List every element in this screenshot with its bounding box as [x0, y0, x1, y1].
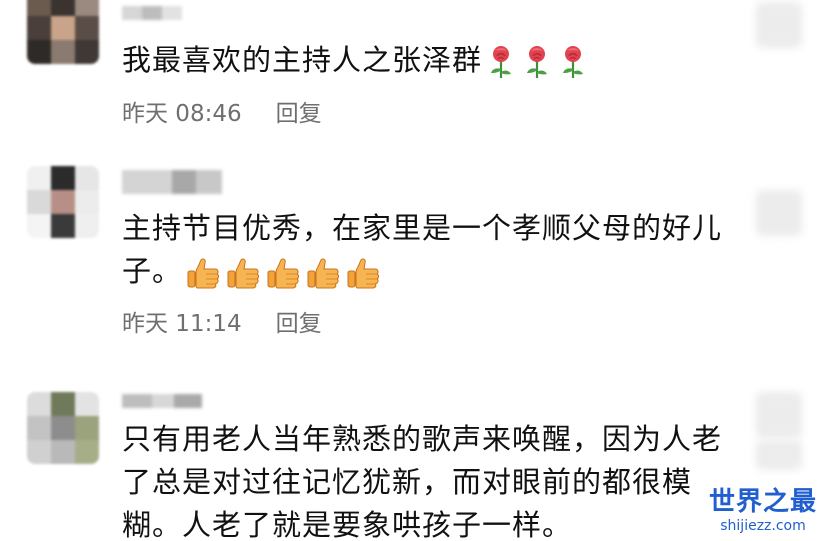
watermark-url: shijiezz.com: [720, 518, 806, 534]
like-count-blurred: [756, 440, 802, 470]
watermark-title: 世界之最: [708, 487, 817, 517]
comment-meta: 昨天 08:46 回复: [122, 94, 322, 128]
avatar[interactable]: [27, 0, 99, 64]
rose-icon: [563, 46, 584, 78]
emoji-row: [486, 45, 588, 79]
avatar[interactable]: [27, 392, 99, 464]
like-button[interactable]: [756, 190, 802, 236]
reply-button[interactable]: 回复: [276, 304, 322, 338]
comment-list: 我最喜欢的主持人之张泽群 昨天 08:46 回复 主持节目优秀，在家里是一个孝顺…: [0, 0, 828, 541]
username-blurred[interactable]: [122, 394, 202, 408]
reply-button[interactable]: 回复: [276, 94, 322, 128]
rose-icon: [527, 46, 548, 78]
username-blurred[interactable]: [122, 170, 222, 194]
comment-text: 我最喜欢的主持人之张泽群: [122, 39, 742, 82]
avatar[interactable]: [27, 166, 99, 238]
comment-time: 昨天 08:46: [122, 101, 242, 127]
thumbs-up-icon: [267, 258, 300, 289]
comment-text: 主持节目优秀，在家里是一个孝顺父母的好儿子。: [122, 211, 723, 290]
like-button[interactable]: [756, 392, 802, 438]
username-blurred[interactable]: [122, 6, 182, 20]
comment-text: 只有用老人当年熟悉的歌声来唤醒，因为人老了总是对过往记忆犹新，而对眼前的都很模糊…: [122, 422, 723, 541]
rose-icon: [491, 46, 512, 78]
comment-meta: 昨天 11:14 回复: [122, 304, 322, 338]
like-button[interactable]: [756, 2, 802, 48]
thumbs-up-icon: [307, 258, 340, 289]
emoji-row: [186, 256, 380, 290]
thumbs-up-icon: [227, 258, 260, 289]
thumbs-up-icon: [347, 258, 380, 289]
watermark-logo: 世界之最 shijiezz.com: [704, 487, 822, 535]
comment-time: 昨天 11:14: [122, 311, 242, 337]
thumbs-up-icon: [187, 258, 220, 289]
